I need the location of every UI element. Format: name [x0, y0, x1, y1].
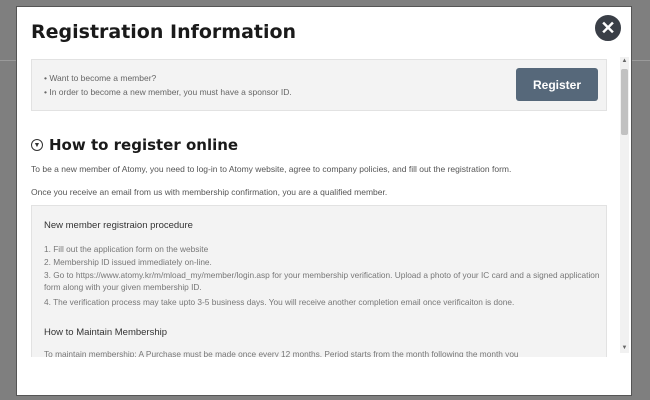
scroll-up-arrow-icon[interactable]: ▲: [620, 57, 629, 66]
scroll-thumb[interactable]: [621, 69, 628, 135]
modal-content: • Want to become a member? • In order to…: [17, 53, 621, 357]
intro-paragraph: To be a new member of Atomy, you need to…: [31, 164, 512, 174]
notice-line: • Want to become a member?: [44, 73, 157, 83]
maintain-paragraph: To maintain membership: A Purchase must …: [44, 349, 519, 357]
notice-line: • In order to become a new member, you m…: [44, 87, 292, 97]
procedure-step: 2. Membership ID issued immediately on-l…: [44, 257, 212, 267]
close-icon: ✕: [600, 17, 616, 38]
registration-modal: Registration Information ✕ • Want to bec…: [16, 6, 632, 396]
procedure-box: New member registraion procedure 1. Fill…: [31, 205, 607, 357]
procedure-step: 3. Go to https://www.atomy.kr/m/mload_my…: [44, 270, 600, 292]
maintain-title: How to Maintain Membership: [44, 327, 168, 338]
section-title: How to register online: [49, 136, 239, 154]
scrollbar[interactable]: ▲ ▼: [620, 57, 629, 353]
notice-box: • Want to become a member? • In order to…: [31, 59, 607, 111]
confirmation-paragraph: Once you receive an email from us with m…: [31, 187, 388, 197]
modal-title: Registration Information: [31, 21, 297, 43]
scroll-down-arrow-icon[interactable]: ▼: [620, 344, 629, 353]
register-button[interactable]: Register: [516, 68, 598, 101]
close-button[interactable]: ✕: [593, 13, 623, 43]
chevron-down-circle-icon: ▼: [31, 139, 43, 151]
section-heading[interactable]: ▼ How to register online: [31, 136, 238, 154]
procedure-title: New member registraion procedure: [44, 220, 193, 231]
procedure-step: 4. The verification process may take upt…: [44, 297, 515, 307]
procedure-step: 1. Fill out the application form on the …: [44, 244, 209, 254]
